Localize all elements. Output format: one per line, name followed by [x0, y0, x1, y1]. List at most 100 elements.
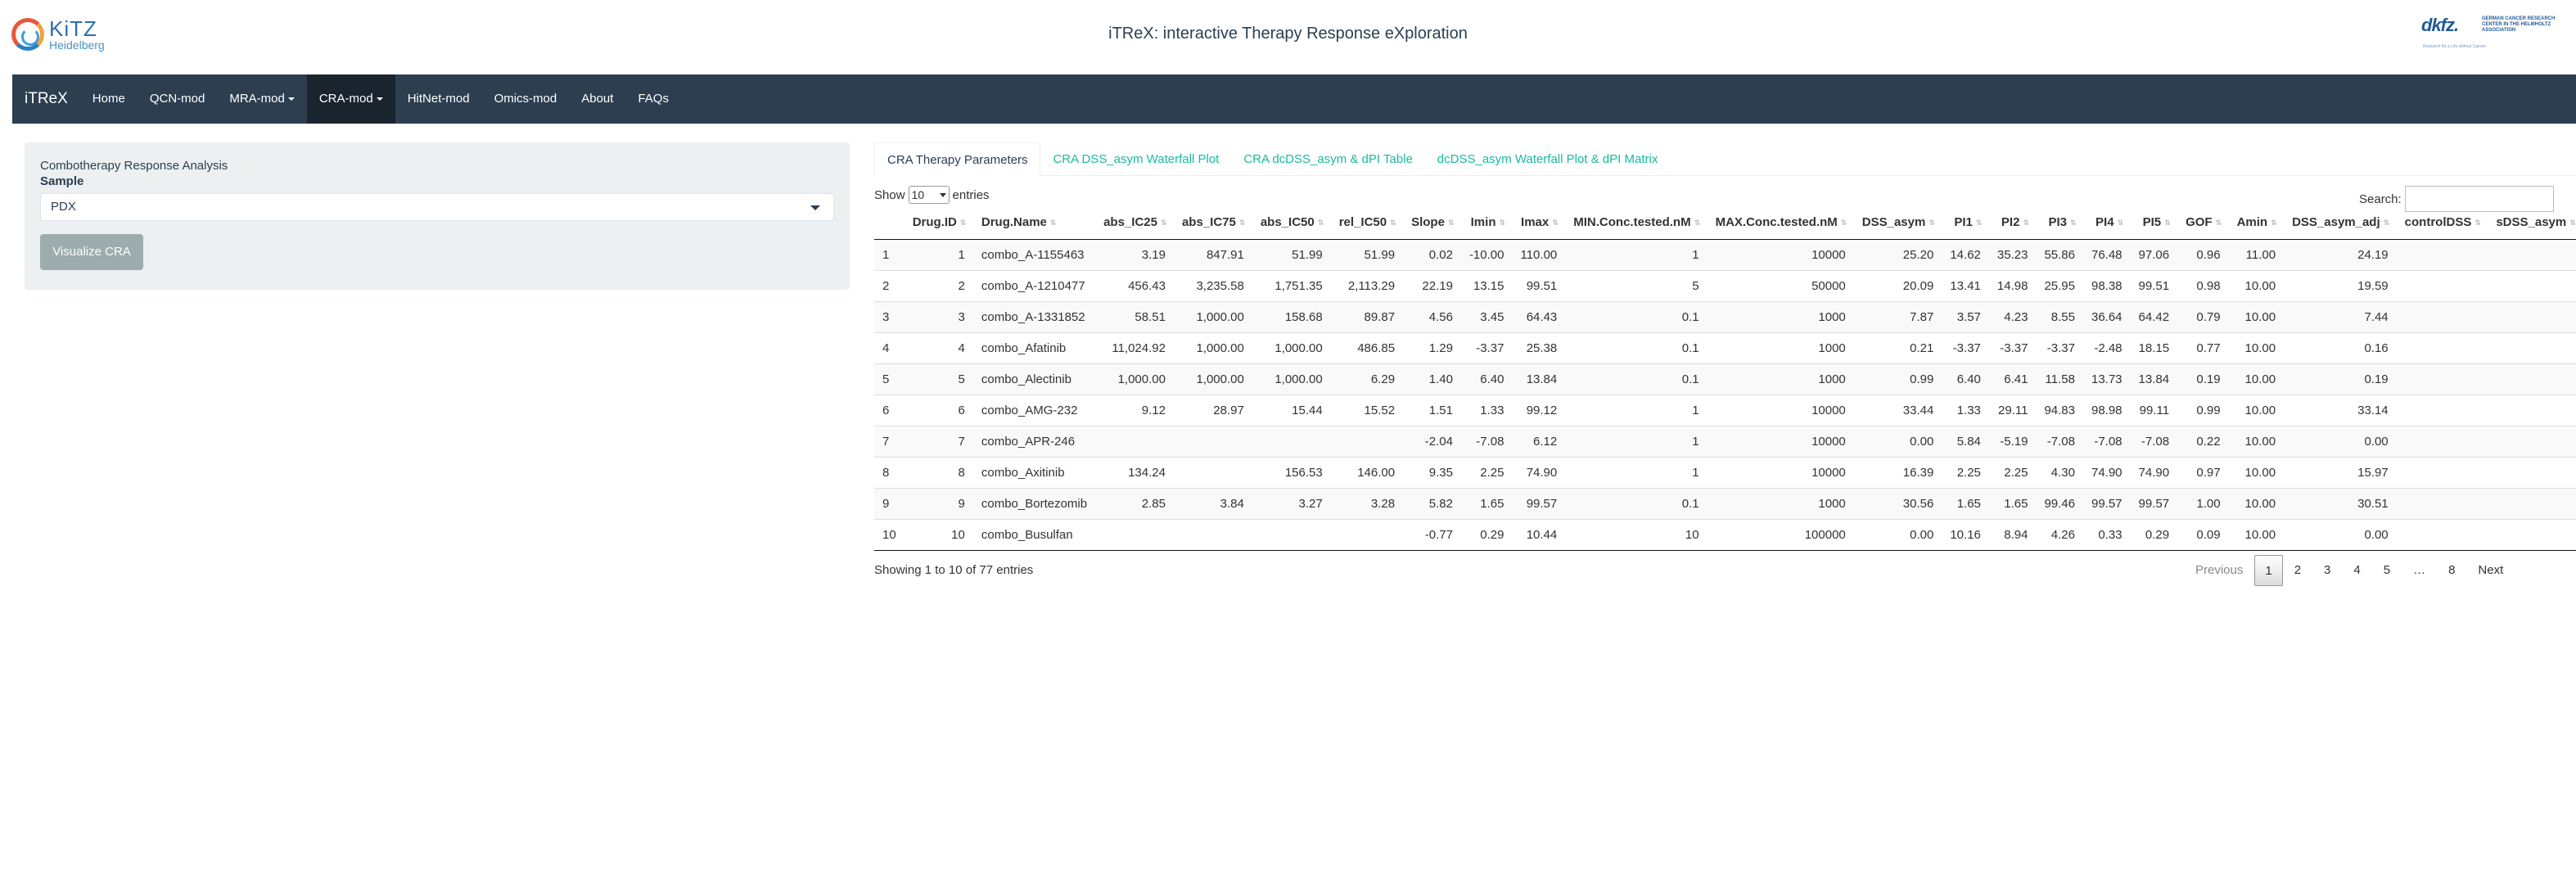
table-cell: 9.35 — [1403, 456, 1461, 488]
tab-cra-dcdss-dpi-table[interactable]: CRA dcDSS_asym & dPI Table — [1231, 142, 1424, 176]
nav-hitnet-mod[interactable]: HitNet-mod — [395, 74, 482, 124]
column-header[interactable]: PI1 ⇅ — [1942, 206, 1989, 240]
column-header[interactable]: Drug.ID ⇅ — [904, 206, 973, 240]
table-cell: 50000 — [1707, 269, 1854, 301]
table-cell: 99.57 — [2082, 487, 2131, 519]
table-cell: 55.86 — [2036, 238, 2083, 270]
table-cell: combo_Busulfan — [972, 518, 1096, 551]
nav-home[interactable]: Home — [80, 74, 138, 124]
table-cell: 1000 — [1707, 332, 1854, 363]
column-header[interactable]: abs_IC75 ⇅ — [1173, 206, 1252, 240]
column-header[interactable]: MAX.Conc.tested.nM ⇅ — [1707, 206, 1854, 240]
dkfz-logo: dkfz. GERMAN CANCER RESEARCH CENTER IN T… — [2421, 15, 2562, 52]
column-header[interactable]: PI4 ⇅ — [2082, 206, 2131, 240]
table-cell — [1173, 425, 1252, 457]
tab-dcdss-waterfall-dpi-matrix[interactable]: dcDSS_asym Waterfall Plot & dPI Matrix — [1425, 142, 1671, 176]
column-header[interactable]: sDSS_asym ⇅ — [2488, 206, 2576, 240]
page-button[interactable]: 8 — [2437, 555, 2466, 586]
nav-cra-mod-dropdown[interactable]: CRA-mod — [306, 74, 395, 124]
nav-faqs[interactable]: FAQs — [625, 74, 681, 124]
table-cell: 1 — [874, 238, 905, 270]
table-cell — [2488, 269, 2576, 301]
column-header[interactable]: Slope ⇅ — [1403, 206, 1461, 240]
table-cell: -10.00 — [1460, 238, 1513, 270]
table-cell: combo_Bortezomib — [972, 487, 1096, 519]
table-cell: 98.38 — [2082, 269, 2131, 301]
table-cell: 486.85 — [1330, 332, 1404, 363]
column-header[interactable]: GOF ⇅ — [2177, 206, 2229, 240]
table-cell: 9 — [874, 487, 905, 519]
table-cell: 10 — [904, 518, 973, 551]
table-row[interactable]: 6 6 combo_AMG-232 9.12 28.97 15.44 15.52 1.51 1.… — [874, 394, 2576, 426]
sort-icon: ⇅ — [2474, 218, 2481, 227]
page-button[interactable]: 4 — [2342, 555, 2371, 586]
table-cell: 134.24 — [1095, 456, 1174, 488]
table-cell: 99.51 — [1512, 269, 1566, 301]
table-cell: 89.87 — [1330, 300, 1404, 332]
tab-cra-therapy-parameters[interactable]: CRA Therapy Parameters — [874, 142, 1041, 176]
visualize-cra-button[interactable]: Visualize CRA — [40, 234, 143, 270]
sample-select[interactable]: PDX — [40, 193, 834, 221]
column-header[interactable]: MIN.Conc.tested.nM ⇅ — [1565, 206, 1708, 240]
column-header[interactable]: Drug.Name ⇅ — [972, 206, 1096, 240]
table-cell: 7 — [874, 425, 905, 457]
table-row[interactable]: 3 3 combo_A-1331852 58.51 1,000.00 158.68 89.8… — [874, 300, 2576, 332]
table-cell: 0.29 — [1460, 518, 1513, 551]
table-cell: 2.85 — [1095, 487, 1174, 519]
sort-icon: ⇅ — [1238, 218, 1246, 227]
table-row[interactable]: 2 2 combo_A-1210477 456.43 3,235.58 1,751.35 2… — [874, 269, 2576, 301]
table-cell: 3,235.58 — [1173, 269, 1252, 301]
table-cell: 99.46 — [2036, 487, 2083, 519]
tab-cra-dss-waterfall[interactable]: CRA DSS_asym Waterfall Plot — [1040, 142, 1231, 176]
page-button[interactable]: 2 — [2283, 555, 2312, 586]
navbar-brand[interactable]: iTReX — [12, 74, 80, 124]
table-row[interactable]: 10 10 combo_Busulfan -0.77 0.29 10.44 10 100000… — [874, 518, 2576, 551]
table-row[interactable]: 4 4 combo_Afatinib 11,024.92 1,000.00 1,000.0… — [874, 332, 2576, 363]
page-button[interactable]: 3 — [2312, 555, 2342, 586]
table-cell: 3.28 — [1330, 487, 1404, 519]
column-header[interactable]: Amin ⇅ — [2228, 206, 2285, 240]
column-header[interactable]: DSS_asym ⇅ — [1853, 206, 1942, 240]
column-header[interactable]: abs_IC25 ⇅ — [1095, 206, 1174, 240]
table-cell: -0.77 — [1403, 518, 1461, 551]
table-row[interactable]: 8 8 combo_Axitinib 134.24 156.53 146.00 9.35 2.… — [874, 456, 2576, 488]
nav-about[interactable]: About — [569, 74, 625, 124]
table-cell: 1,751.35 — [1252, 269, 1331, 301]
page-button[interactable]: 1 — [2254, 555, 2283, 586]
column-header[interactable]: rel_IC50 ⇅ — [1330, 206, 1404, 240]
column-header[interactable]: PI3 ⇅ — [2036, 206, 2083, 240]
table-cell: 1 — [1565, 456, 1708, 488]
table-cell: 74.90 — [2130, 456, 2178, 488]
table-cell — [2396, 269, 2488, 301]
table-cell: -3.37 — [1988, 332, 2037, 363]
nav-omics-mod[interactable]: Omics-mod — [482, 74, 570, 124]
column-header[interactable]: PI2 ⇅ — [1988, 206, 2037, 240]
table-cell: 10.00 — [2228, 363, 2285, 395]
nav-mra-mod-dropdown[interactable]: MRA-mod — [217, 74, 307, 124]
next-page-button[interactable]: Next — [2466, 555, 2515, 586]
column-header[interactable]: controlDSS ⇅ — [2396, 206, 2488, 240]
table-cell — [2488, 456, 2576, 488]
column-header[interactable]: Imax ⇅ — [1512, 206, 1566, 240]
column-header[interactable]: DSS_asym_adj ⇅ — [2284, 206, 2397, 240]
table-cell — [2488, 425, 2576, 457]
table-row[interactable]: 7 7 combo_APR-246 -2.04 -7.08 6.12 1 10000 0.00 5… — [874, 425, 2576, 457]
column-header[interactable]: PI5 ⇅ — [2130, 206, 2178, 240]
table-cell: 99.12 — [1512, 394, 1566, 426]
table-cell: 4.56 — [1403, 300, 1461, 332]
sort-icon: ⇅ — [959, 218, 967, 227]
table-cell — [2396, 332, 2488, 363]
table-row[interactable]: 9 9 combo_Bortezomib 2.85 3.84 3.27 3.28 5.82 1.… — [874, 487, 2576, 519]
column-header[interactable]: abs_IC50 ⇅ — [1252, 206, 1331, 240]
page-button[interactable]: 5 — [2372, 555, 2402, 586]
entries-length-select[interactable]: 10 — [908, 186, 950, 204]
table-cell: 15.44 — [1252, 394, 1331, 426]
column-header[interactable]: Imin ⇅ — [1460, 206, 1513, 240]
table-row[interactable]: 5 5 combo_Alectinib 1,000.00 1,000.00 1,000.0… — [874, 363, 2576, 395]
sort-icon: ⇅ — [1160, 218, 1167, 227]
previous-page-button[interactable]: Previous — [2184, 555, 2254, 586]
table-cell: 1.51 — [1403, 394, 1461, 426]
nav-qcn-mod[interactable]: QCN-mod — [138, 74, 218, 124]
table-row[interactable]: 1 1 combo_A-1155463 3.19 847.91 51.99 51.99 0.0… — [874, 238, 2576, 270]
table-cell: 8 — [874, 456, 905, 488]
